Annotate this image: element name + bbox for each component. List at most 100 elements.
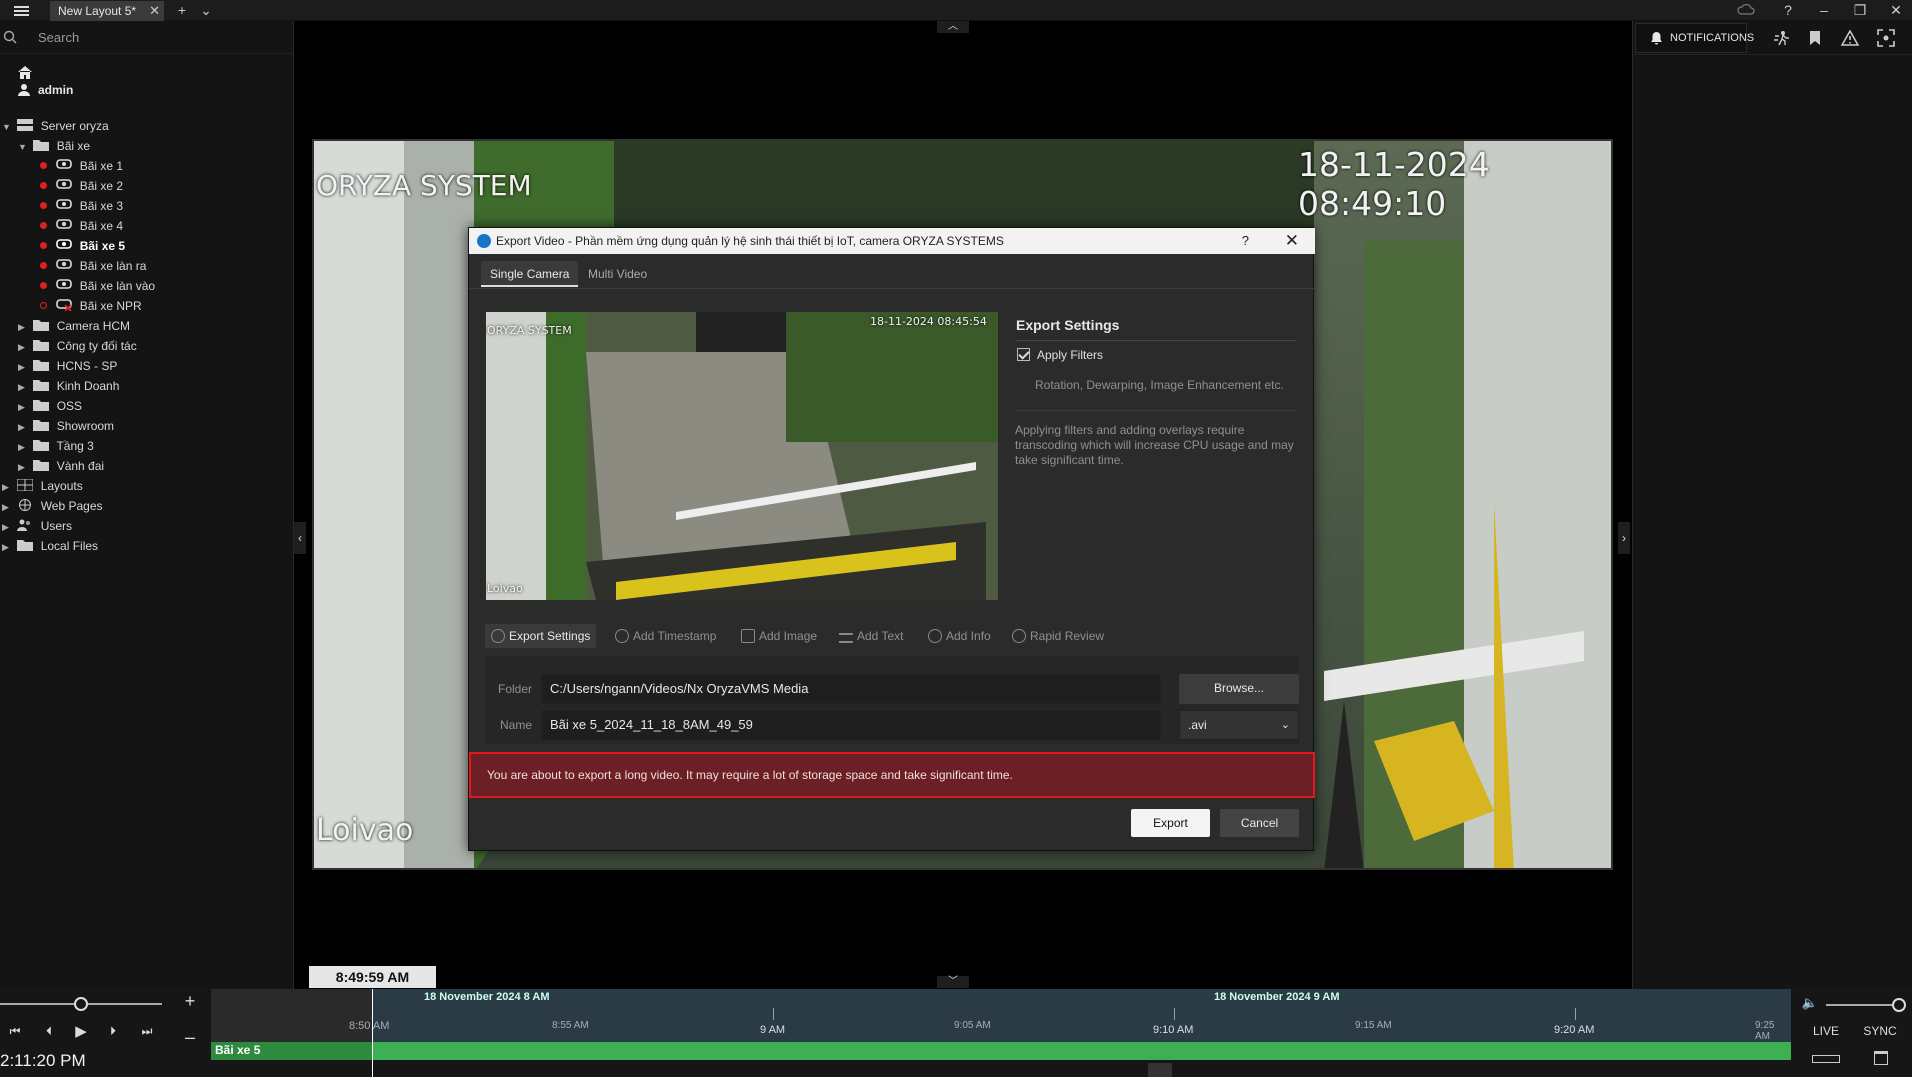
tree-item-folder[interactable]: ▶ Tầng 3 [18, 436, 94, 456]
zoom-out-button[interactable]: – [180, 1027, 200, 1048]
expand-arrow-icon[interactable]: ▶ [18, 397, 30, 417]
skip-forward-icon[interactable]: ⏭ [136, 1024, 158, 1039]
add-text-button[interactable]: Add Text [839, 624, 903, 648]
motion-icon[interactable] [1773, 30, 1791, 46]
search-bar[interactable]: Search [0, 21, 294, 54]
tree-item-folder[interactable]: ▶ Camera HCM [18, 316, 130, 336]
expand-arrow-icon[interactable]: ▶ [2, 477, 14, 497]
expand-arrow-icon[interactable]: ▶ [18, 437, 30, 457]
home-icon[interactable] [16, 64, 34, 80]
tree-item-camera[interactable]: Bãi xe làn ra [40, 256, 146, 276]
cloud-icon[interactable] [1732, 0, 1760, 20]
tree-item-camera[interactable]: Bãi xe làn vào [40, 276, 155, 296]
tree-item-webpages[interactable]: ▶ Web Pages [2, 496, 103, 516]
thumbnails-icon[interactable] [1812, 1055, 1840, 1063]
apply-filters-checkbox[interactable] [1017, 348, 1030, 361]
tree-item-camera[interactable]: Bãi xe 2 [40, 176, 123, 196]
recording-status-icon [40, 202, 47, 209]
step-back-icon[interactable]: ⏴ [38, 1024, 60, 1039]
live-button[interactable]: LIVE [1808, 1024, 1844, 1038]
format-select[interactable]: .avi ⌄ [1179, 710, 1299, 740]
tab-list-chevron-icon[interactable]: ⌄ [192, 0, 220, 20]
minimize-button[interactable]: – [1810, 0, 1838, 20]
tree-item-folder[interactable]: ▶ Showroom [18, 416, 114, 436]
add-image-button[interactable]: Add Image [741, 624, 817, 648]
timeline-scale[interactable]: 18 November 2024 8 AM 18 November 2024 9… [211, 989, 1791, 1049]
volume-slider-track[interactable] [1826, 1004, 1896, 1006]
tree-item-users[interactable]: ▶ Users [2, 516, 72, 536]
tree-item-folder[interactable]: ▶ HCNS - SP [18, 356, 117, 376]
skip-back-icon[interactable]: ⏮ [4, 1024, 26, 1039]
filename-field[interactable]: Bãi xe 5_2024_11_18_8AM_49_59 [541, 710, 1161, 740]
tree-item-camera-selected[interactable]: Bãi xe 5 [40, 236, 125, 256]
tree-item-folder[interactable]: ▶ OSS [18, 396, 82, 416]
expand-arrow-icon[interactable]: ▶ [18, 337, 30, 357]
camera-track[interactable]: Bãi xe 5 [211, 1042, 1791, 1060]
main-menu-button[interactable] [8, 2, 36, 19]
add-info-button[interactable]: Add Info [928, 624, 991, 648]
play-icon[interactable]: ▶ [70, 1022, 92, 1040]
filters-detail: Rotation, Dewarping, Image Enhancement e… [1035, 378, 1284, 392]
tree-item-layouts[interactable]: ▶ Layouts [2, 476, 83, 496]
tab-multi-video[interactable]: Multi Video [579, 261, 656, 287]
step-forward-icon[interactable]: ⏵ [102, 1024, 124, 1039]
expand-arrow-icon[interactable]: ▶ [18, 357, 30, 377]
user-item[interactable]: admin [18, 83, 73, 97]
folder-icon [33, 140, 50, 151]
collapse-arrow-icon[interactable]: ▼ [18, 137, 30, 157]
expand-arrow-icon[interactable]: ▶ [18, 317, 30, 337]
close-window-button[interactable]: ✕ [1882, 0, 1910, 20]
rapid-review-button[interactable]: Rapid Review [1012, 624, 1104, 648]
tree-item-folder[interactable]: ▶ Kinh Doanh [18, 376, 119, 396]
tab-single-camera[interactable]: Single Camera [481, 261, 579, 287]
tree-item-camera[interactable]: Bãi xe 1 [40, 156, 123, 176]
zoom-in-button[interactable]: + [180, 991, 200, 1012]
browse-button[interactable]: Browse... [1179, 674, 1299, 704]
dialog-close-button[interactable]: ✕ [1285, 228, 1299, 254]
collapse-top-chevron-icon[interactable]: ︿ [937, 21, 969, 33]
collapse-bottom-chevron-icon[interactable]: ﹀ [937, 976, 969, 988]
tree-item-camera[interactable]: Bãi xe 3 [40, 196, 123, 216]
volume-slider-handle[interactable] [1892, 998, 1906, 1012]
expand-arrow-icon[interactable]: ▶ [2, 497, 14, 517]
tree-item-group[interactable]: ▼ Bãi xe [18, 136, 90, 156]
timeline-cursor[interactable] [372, 989, 373, 1077]
bookmark-icon[interactable] [1809, 30, 1821, 46]
tree-item-camera[interactable]: Bãi xe 4 [40, 216, 123, 236]
cancel-button[interactable]: Cancel [1220, 809, 1299, 837]
export-settings-button[interactable]: Export Settings [485, 624, 597, 648]
alert-icon[interactable] [1841, 30, 1859, 46]
tree-item-folder[interactable]: ▶ Công ty đối tác [18, 336, 137, 356]
calendar-icon[interactable] [1874, 1051, 1888, 1065]
folder-icon [33, 320, 50, 331]
tree-item-server[interactable]: ▼ Server oryza [2, 116, 109, 136]
add-timestamp-button[interactable]: Add Timestamp [615, 624, 716, 648]
volume-icon[interactable]: 🔈 [1800, 995, 1820, 1011]
expand-arrow-icon[interactable]: ▶ [18, 417, 30, 437]
collapse-left-chevron-icon[interactable]: ‹ [294, 522, 306, 554]
tree-item-camera[interactable]: Bãi xe NPR [40, 296, 142, 316]
help-button[interactable]: ? [1774, 0, 1802, 20]
collapse-right-chevron-icon[interactable]: › [1618, 522, 1630, 554]
speed-slider-handle[interactable] [74, 997, 88, 1011]
tab-layout[interactable]: New Layout 5* ✕ [50, 1, 164, 21]
restore-button[interactable]: ❐ [1846, 0, 1874, 20]
expand-arrow-icon[interactable]: ▶ [18, 457, 30, 477]
tree-item-localfiles[interactable]: ▶ Local Files [2, 536, 98, 556]
tree-item-folder[interactable]: ▶ Vành đai [18, 456, 104, 476]
dialog-help-button[interactable]: ? [1242, 228, 1249, 254]
tab-close-icon[interactable]: ✕ [149, 3, 160, 19]
sync-button[interactable]: SYNC [1860, 1024, 1900, 1038]
expand-arrow-icon[interactable]: ▶ [2, 517, 14, 537]
folder-path-field[interactable]: C:/Users/ngann/Videos/Nx OryzaVMS Media [541, 674, 1161, 704]
expand-arrow-icon[interactable]: ▶ [18, 377, 30, 397]
collapse-arrow-icon[interactable]: ▼ [2, 117, 14, 137]
export-button[interactable]: Export [1131, 809, 1210, 837]
expand-arrow-icon[interactable]: ▶ [2, 537, 14, 557]
timeline-scroll-handle[interactable] [1148, 1063, 1172, 1077]
notifications-tab[interactable]: NOTIFICATIONS [1635, 23, 1754, 53]
clock-icon [615, 629, 629, 643]
fit-screen-icon[interactable] [1877, 29, 1895, 47]
search-input[interactable]: Search [38, 30, 79, 45]
apply-filters-label[interactable]: Apply Filters [1037, 348, 1103, 362]
